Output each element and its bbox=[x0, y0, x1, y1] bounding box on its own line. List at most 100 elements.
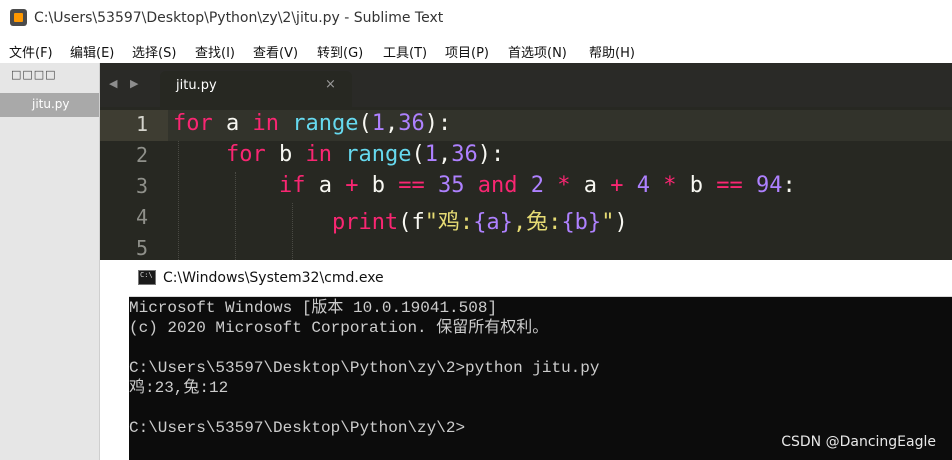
code-token: " bbox=[601, 210, 615, 235]
code-token: a bbox=[212, 111, 253, 136]
code-token: 36 bbox=[398, 111, 425, 136]
code-token: range bbox=[345, 142, 412, 167]
code-token: print bbox=[331, 210, 399, 235]
code-token: b bbox=[265, 142, 306, 167]
sidebar-file-label: jitu.py bbox=[32, 97, 70, 111]
cmd-window[interactable]: C:\Windows\System32\cmd.exe Microsoft Wi… bbox=[129, 260, 952, 460]
code-token: , bbox=[384, 111, 399, 136]
code-token: ): bbox=[477, 142, 505, 167]
code-token: ( bbox=[358, 111, 372, 136]
code-token: ): bbox=[424, 111, 452, 136]
code-token: "鸡: bbox=[424, 210, 474, 235]
tab-jitu[interactable]: jitu.py × bbox=[160, 71, 352, 107]
sidebar-heading: □□□□ bbox=[11, 68, 57, 81]
tab-label: jitu.py bbox=[176, 78, 217, 93]
code-token: in bbox=[252, 111, 280, 136]
cmd-title: C:\Windows\System32\cmd.exe bbox=[163, 270, 384, 286]
code-token: in bbox=[305, 142, 332, 167]
code-token: == bbox=[398, 173, 425, 198]
code-token: 1 bbox=[424, 142, 438, 167]
console-line: 鸡:23,兔:12 bbox=[129, 379, 229, 397]
menu-view[interactable]: 查看(V) bbox=[253, 42, 298, 61]
line-number: 1 bbox=[135, 112, 148, 136]
tab-next-icon[interactable]: ▶ bbox=[130, 77, 138, 90]
cmd-titlebar[interactable]: C:\Windows\System32\cmd.exe bbox=[129, 260, 952, 297]
code-token: , bbox=[437, 142, 452, 167]
code-token: {b} bbox=[561, 210, 602, 235]
code-token: b bbox=[358, 173, 399, 198]
sidebar-file-item[interactable]: jitu.py bbox=[0, 93, 99, 117]
code-token: * bbox=[557, 173, 571, 198]
menu-goto[interactable]: 转到(G) bbox=[317, 42, 363, 61]
menu-find[interactable]: 查找(I) bbox=[195, 42, 235, 61]
code-token: {a} bbox=[473, 210, 513, 235]
window-titlebar: C:\Users\53597\Desktop\Python\zy\2\jitu.… bbox=[0, 0, 952, 38]
code-token: : bbox=[782, 173, 796, 198]
code-token: 35 bbox=[437, 173, 465, 198]
code-token: 1 bbox=[371, 111, 385, 136]
line-number: 3 bbox=[135, 174, 148, 198]
menu-file[interactable]: 文件(F) bbox=[9, 42, 53, 61]
code-line: for b in range(1,36): bbox=[173, 142, 504, 167]
menu-preferences[interactable]: 首选项(N) bbox=[508, 42, 567, 61]
menu-bar: 文件(F) 编辑(E) 选择(S) 查找(I) 查看(V) 转到(G) 工具(T… bbox=[0, 38, 952, 63]
console-line: (c) 2020 Microsoft Corporation. 保留所有权利。 bbox=[129, 319, 549, 337]
menu-selection[interactable]: 选择(S) bbox=[132, 42, 176, 61]
code-token: and bbox=[477, 173, 518, 198]
code-token: == bbox=[716, 173, 743, 198]
code-token: ( bbox=[411, 142, 425, 167]
code-token: + bbox=[610, 173, 624, 198]
code-token: range bbox=[292, 111, 359, 136]
code-token: for bbox=[173, 111, 213, 136]
menu-edit[interactable]: 编辑(E) bbox=[70, 42, 114, 61]
sidebar: □□□□ jitu.py bbox=[0, 63, 100, 460]
line-number: 2 bbox=[135, 143, 148, 167]
code-token: + bbox=[345, 173, 359, 198]
code-token: 94 bbox=[755, 173, 783, 198]
code-line: if a + b == 35 and 2 * a + 4 * b == 94: bbox=[173, 173, 796, 198]
menu-project[interactable]: 项目(P) bbox=[445, 42, 489, 61]
menu-help[interactable]: 帮助(H) bbox=[589, 42, 635, 61]
cmd-icon bbox=[138, 270, 156, 285]
code-token: if bbox=[278, 173, 306, 198]
menu-tools[interactable]: 工具(T) bbox=[383, 42, 427, 61]
code-token: 36 bbox=[451, 142, 478, 167]
code-token: 4 bbox=[636, 173, 650, 198]
console-line: C:\Users\53597\Desktop\Python\zy\2>pytho… bbox=[129, 359, 600, 377]
console-line: Microsoft Windows [版本 10.0.19041.508] bbox=[129, 299, 498, 317]
code-editor[interactable]: 12345 for a in range(1,36): for b in ran… bbox=[100, 107, 952, 260]
code-token: ,兔: bbox=[512, 210, 562, 235]
watermark: CSDN @DancingEagle bbox=[781, 434, 936, 450]
sublime-text-icon bbox=[10, 9, 27, 26]
code-token: f bbox=[411, 210, 425, 235]
tab-close-icon[interactable]: × bbox=[325, 77, 336, 92]
code-token: for bbox=[225, 142, 266, 167]
code-line: print(f"鸡:{a},兔:{b}") bbox=[173, 204, 628, 236]
code-token: 2 bbox=[530, 173, 544, 198]
code-token: b bbox=[676, 173, 717, 198]
line-number: 5 bbox=[135, 236, 148, 260]
line-number: 4 bbox=[135, 205, 148, 229]
code-token: * bbox=[663, 173, 677, 198]
code-token: ( bbox=[398, 210, 412, 235]
tab-bar: ◀ ▶ jitu.py × bbox=[100, 63, 952, 107]
code-token: ) bbox=[614, 210, 628, 235]
code-token: a bbox=[305, 173, 346, 198]
console-line: C:\Users\53597\Desktop\Python\zy\2> bbox=[129, 419, 466, 437]
tab-prev-icon[interactable]: ◀ bbox=[109, 77, 117, 90]
code-token: a bbox=[570, 173, 611, 198]
code-line: for a in range(1,36): bbox=[173, 111, 451, 136]
window-title: C:\Users\53597\Desktop\Python\zy\2\jitu.… bbox=[34, 10, 444, 26]
